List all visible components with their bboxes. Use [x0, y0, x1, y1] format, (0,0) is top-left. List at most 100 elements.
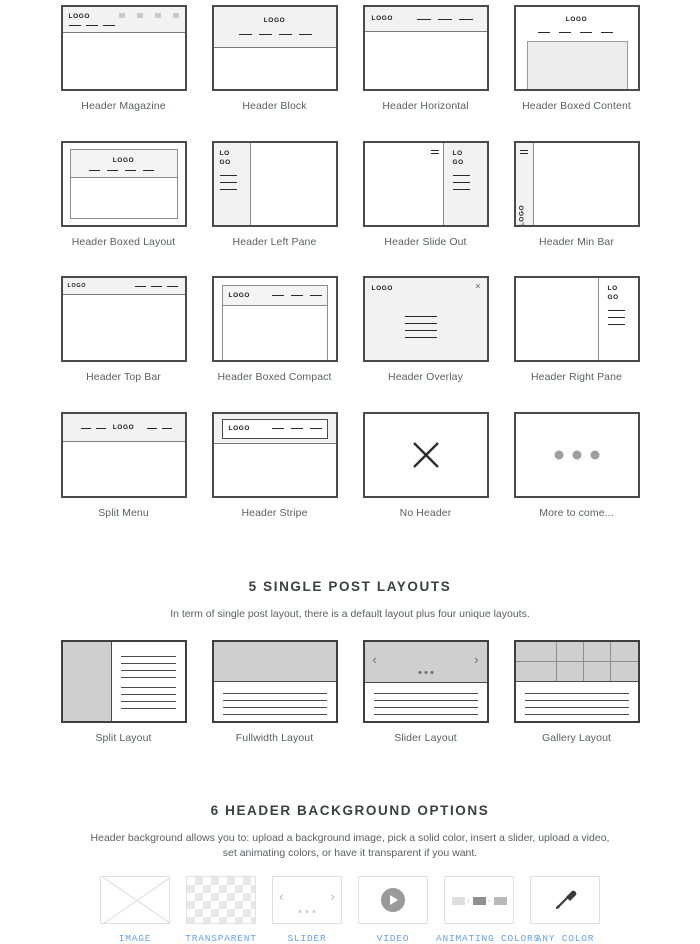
- layout-card-header-boxed-layout[interactable]: LOGO Header Boxed Layout: [60, 140, 187, 249]
- text-line: [524, 714, 629, 716]
- thumbnail-header-left-pane: LO GO: [211, 140, 338, 227]
- layout-card-more-to-come[interactable]: More to come...: [513, 411, 640, 520]
- stripe-box: LOGO: [221, 418, 328, 439]
- hamburger-icon[interactable]: [519, 149, 528, 151]
- nav-square-icon: [118, 13, 125, 18]
- layout-card-header-slide-out[interactable]: LO GO Header Slide Out: [362, 140, 489, 249]
- logo-text: LOGO: [228, 292, 251, 300]
- logo-text: LOGO: [565, 16, 588, 23]
- logo-text: LOGO: [67, 283, 87, 290]
- bg-option-any-color[interactable]: ANY COLOR: [522, 876, 608, 944]
- bg-option-transparent[interactable]: TRANSPARENT: [178, 876, 264, 944]
- nav-dash-icon: [298, 34, 312, 35]
- nav-dash-icon: [278, 34, 292, 35]
- right-pane: LO GO: [597, 278, 638, 361]
- image-placeholder-icon: [100, 876, 170, 925]
- bg-option-video[interactable]: VIDEO: [350, 876, 436, 944]
- layout-card-header-top-bar[interactable]: LOGO Header Top Bar: [60, 276, 187, 384]
- checkerboard-icon: [186, 876, 256, 925]
- nav-dash-icon: [537, 32, 550, 33]
- post-card-split-layout[interactable]: Split Layout: [60, 640, 187, 745]
- layout-card-header-right-pane[interactable]: LO GO Header Right Pane: [513, 276, 640, 384]
- layout-card-no-header[interactable]: No Header: [362, 411, 489, 520]
- nav-dash-icon: [271, 295, 284, 297]
- layout-card-header-boxed-compact[interactable]: LOGO Header Boxed Compact: [211, 276, 338, 384]
- slider-prev-icon[interactable]: ‹: [373, 653, 377, 666]
- thumbnail-header-block: LOGO: [211, 5, 338, 91]
- layout-card-header-magazine[interactable]: LOGO Header Magazine: [60, 5, 187, 113]
- nav-dash-icon: [458, 19, 473, 20]
- nav-dash-icon: [134, 286, 146, 288]
- divider: [364, 682, 487, 684]
- slider-next-icon[interactable]: ›: [331, 890, 335, 903]
- nav-dash-icon: [161, 427, 172, 429]
- layout-card-header-overlay[interactable]: LOGO × Header Overlay: [362, 276, 489, 384]
- nav-dash-icon: [290, 295, 303, 297]
- layout-card-header-min-bar[interactable]: LOGO Header Min Bar: [513, 140, 640, 249]
- nav-dash-icon: [309, 295, 322, 297]
- bg-option-slider[interactable]: ‹ › SLIDER: [264, 876, 350, 944]
- layout-card-header-block[interactable]: LOGO Header Block: [211, 5, 338, 113]
- background-options-section: 6 HEADER BACKGROUND OPTIONS Header backg…: [0, 797, 700, 863]
- thumbnail-header-magazine: LOGO: [60, 5, 187, 91]
- slider-next-icon[interactable]: ›: [474, 653, 478, 666]
- thumbnail-header-boxed-layout: LOGO: [60, 140, 187, 227]
- close-icon[interactable]: ×: [475, 281, 480, 291]
- text-line: [524, 700, 629, 702]
- close-x-icon: [412, 441, 439, 468]
- text-line: [120, 670, 176, 672]
- layout-caption: More to come...: [539, 506, 614, 519]
- nav-dash-icon: [85, 25, 98, 26]
- nav-dash-icon: [150, 286, 162, 288]
- menu-line-icon: [219, 188, 237, 190]
- layout-caption: Header Boxed Layout: [71, 235, 176, 248]
- nav-square-icon: [172, 13, 179, 18]
- menu-line-icon: [607, 317, 625, 319]
- nav-square-icon: [154, 13, 161, 18]
- slider-arrows-icon: ‹ ›: [272, 876, 342, 925]
- layout-card-header-boxed-content[interactable]: LOGO Header Boxed Content: [513, 5, 640, 113]
- hamburger-icon: [430, 152, 439, 154]
- layout-card-split-menu[interactable]: LOGO Split Menu: [60, 411, 187, 520]
- section-heading-single-post: 5 SINGLE POST LAYOUTS: [248, 579, 452, 595]
- bg-option-label: ANY COLOR: [535, 933, 595, 944]
- layout-caption: Header Right Pane: [530, 371, 622, 384]
- text-line: [120, 708, 176, 710]
- menu-line-icon: [219, 174, 237, 176]
- nav-dash-icon: [437, 19, 452, 20]
- background-options-grid: IMAGE TRANSPARENT ‹ › SLIDER VIDEO › › A…: [0, 876, 700, 944]
- layout-caption: Header Boxed Content: [522, 100, 631, 112]
- logo-text: LOGO: [112, 156, 135, 164]
- layout-card-header-left-pane[interactable]: LO GO Header Left Pane: [211, 140, 338, 249]
- thumbnail-header-top-bar: LOGO: [60, 276, 187, 363]
- logo-text: LOGO: [371, 285, 394, 293]
- section-subheading-single-post: In term of single post layout, there is …: [170, 608, 530, 621]
- post-card-fullwidth-layout[interactable]: Fullwidth Layout: [211, 640, 338, 745]
- post-caption: Split Layout: [95, 732, 152, 745]
- post-card-slider-layout[interactable]: ‹ › Slider Layout: [362, 640, 489, 745]
- thumbnail-fullwidth-layout: [211, 640, 338, 724]
- bg-option-animating-colors[interactable]: › › ANIMATING COLORS: [436, 876, 539, 944]
- layout-caption: Header Boxed Compact: [217, 371, 332, 384]
- text-line: [222, 700, 327, 702]
- nav-dash-icon: [258, 34, 272, 35]
- bg-option-label: TRANSPARENT: [185, 933, 257, 944]
- logo-text: LOGO: [518, 204, 525, 226]
- layout-card-header-stripe[interactable]: LOGO Header Stripe: [211, 411, 338, 520]
- post-card-gallery-layout[interactable]: Gallery Layout: [513, 640, 640, 745]
- text-line: [120, 701, 176, 703]
- post-caption: Gallery Layout: [541, 732, 612, 745]
- text-line: [524, 707, 629, 709]
- bg-option-label: IMAGE: [118, 933, 152, 944]
- layout-card-header-horizontal[interactable]: LOGO Header Horizontal: [362, 5, 489, 113]
- menu-line-icon: [404, 330, 437, 332]
- slider-dots-icon[interactable]: [418, 671, 433, 675]
- content-box: [526, 41, 628, 89]
- divider: [110, 642, 112, 722]
- bg-option-image[interactable]: IMAGE: [92, 876, 178, 944]
- layout-caption: Header Overlay: [388, 371, 463, 384]
- slider-dots-icon[interactable]: [298, 910, 316, 914]
- slider-prev-icon[interactable]: ‹: [279, 890, 283, 903]
- min-bar: LOGO: [515, 142, 534, 226]
- hamburger-icon[interactable]: [430, 149, 439, 151]
